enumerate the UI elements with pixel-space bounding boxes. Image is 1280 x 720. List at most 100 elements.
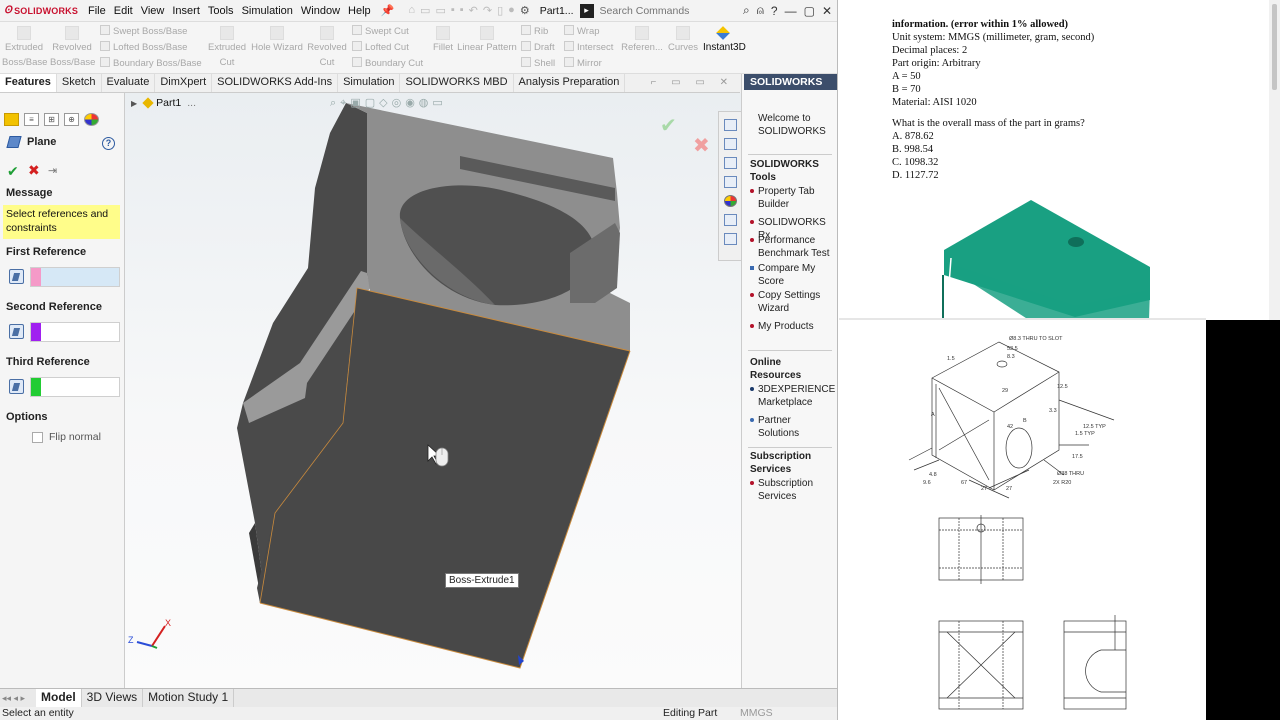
search-commands-input[interactable] [599,4,718,17]
file-explorer-tab-icon[interactable] [723,157,737,169]
help-icon[interactable]: ? [102,137,115,150]
tab-3d-views[interactable]: 3D Views [82,689,144,707]
appearances-tab-icon[interactable] [723,195,737,207]
property-tab-builder-link[interactable]: Property Tab Builder [750,185,833,211]
boundary-cut-button[interactable]: Boundary Cut [352,56,423,72]
undo-icon[interactable]: ↶ [469,4,478,17]
print-icon[interactable]: ▪ [460,4,464,17]
window-controls[interactable]: ⌐ ▭ ▭ ✕ [651,77,734,88]
flip-normal-checkbox[interactable] [32,431,43,443]
design-library-tab-icon[interactable] [723,138,737,150]
options-gear-icon[interactable]: ⚙ [520,4,530,17]
forum-tab-icon[interactable] [723,233,737,245]
save-icon[interactable]: ▪ [451,4,455,17]
close-icon[interactable]: ✕ [822,4,832,18]
tab-evaluate[interactable]: Evaluate [102,74,156,92]
tab-analysis-preparation[interactable]: Analysis Preparation [514,74,626,92]
menu-tools[interactable]: Tools [204,5,238,17]
menu-simulation[interactable]: Simulation [238,5,297,17]
tab-sketch[interactable]: Sketch [57,74,102,92]
open-icon[interactable]: ▭ [435,4,445,17]
lofted-cut-button[interactable]: Lofted Cut [352,40,409,56]
solidworks-logo[interactable]: Ꙩ SOLIDWORKS [0,0,84,22]
welcome-link[interactable]: Welcome to SOLIDWORKS [751,112,833,138]
pdf-scrollbar[interactable] [1269,0,1280,320]
first-reference-field[interactable] [30,267,120,287]
graphics-area[interactable]: ▶ Part1... ⌕⌖▣▢◇◎◉◍▭ ✔ ✖ Boss-Extrude1 Z … [125,93,741,688]
instant3d-icon[interactable] [716,26,730,40]
feature-tree-part[interactable]: ▶ Part1... [131,97,196,109]
new-doc-icon[interactable]: ▭ [420,4,430,17]
draft-button[interactable]: Draft [521,40,555,56]
menu-help[interactable]: Help [344,5,375,17]
copy-settings-link[interactable]: Copy Settings Wizard [750,289,833,315]
cancel-button[interactable]: ✖ [28,162,40,179]
restore-icon[interactable]: ▢ [804,4,815,18]
swept-boss-button[interactable]: Swept Boss/Base [100,24,187,40]
subscription-services-link[interactable]: Subscription Services [750,477,833,503]
partner-solutions-link[interactable]: Partner Solutions [750,414,833,440]
redo-icon[interactable]: ↷ [483,4,492,17]
tab-dimxpert[interactable]: DimXpert [155,74,213,92]
menu-view[interactable]: View [137,5,169,17]
view-palette-tab-icon[interactable] [723,176,737,188]
dimxpert-manager-tab-icon[interactable]: ⊕ [64,113,79,126]
benchmark-test-link[interactable]: Performance Benchmark Test [750,234,833,260]
shell-button[interactable]: Shell [521,56,555,72]
swept-cut-button[interactable]: Swept Cut [352,24,409,40]
extruded-cut-button[interactable]: Extruded Cut [206,26,248,70]
wrap-button[interactable]: Wrap [564,24,600,40]
my-products-link[interactable]: My Products [750,320,833,333]
confirm-cancel-icon[interactable]: ✖ [693,133,710,158]
tab-mbd[interactable]: SOLIDWORKS MBD [400,74,514,92]
tab-features[interactable]: Features [0,74,57,92]
lofted-boss-button[interactable]: Lofted Boss/Base [100,40,187,56]
message-heading[interactable]: Message [6,187,52,199]
reference-geometry-button[interactable]: Referen... [620,26,664,55]
property-manager-tab-icon[interactable]: ≡ [24,113,39,126]
extruded-boss-button[interactable]: Extruded Boss/Base [2,26,47,70]
confirm-ok-icon[interactable]: ✔ [660,113,677,138]
boundary-boss-button[interactable]: Boundary Boss/Base [100,56,202,72]
fillet-button[interactable]: Fillet [430,26,456,55]
heads-up-view-toolbar[interactable]: ⌕⌖▣▢◇◎◉◍▭ [330,96,447,110]
display-manager-tab-icon[interactable] [84,113,99,126]
user-icon[interactable]: ⍝ [757,3,764,18]
menu-edit[interactable]: Edit [110,5,137,17]
first-reference-heading[interactable]: First Reference [6,246,86,258]
intersect-button[interactable]: Intersect [564,40,613,56]
third-reference-heading[interactable]: Third Reference [6,356,90,368]
flip-normal-option[interactable]: Flip normal [32,431,101,443]
marketplace-link[interactable]: 3DEXPERIENCE Marketplace [750,383,835,409]
ok-button[interactable]: ✔ [7,163,19,180]
custom-properties-tab-icon[interactable] [723,214,737,226]
home-icon[interactable]: ⌂ [408,4,415,17]
linear-pattern-button[interactable]: Linear Pattern [454,26,520,55]
feature-manager-tab-icon[interactable] [4,113,19,126]
select-icon[interactable]: ▯ [497,4,503,17]
instant3d-button[interactable]: Instant3D [703,42,746,53]
help-icon[interactable]: ? [771,4,778,18]
options-heading[interactable]: Options [6,411,48,423]
scrollbar-thumb[interactable] [1272,4,1277,90]
curves-button[interactable]: Curves [664,26,702,55]
expand-arrow-icon[interactable]: ▶ [131,99,137,108]
pin-icon[interactable]: 📌 [381,4,395,17]
tab-scroll-arrows[interactable]: ◂◂ ◂ ▸ ▸▸ [0,689,36,720]
pdf-viewer[interactable]: information. (error within 1% allowed) Un… [839,0,1280,720]
tab-model[interactable]: Model [36,689,82,707]
mirror-button[interactable]: Mirror [564,56,602,72]
revolved-cut-button[interactable]: Revolved Cut [305,26,349,70]
second-reference-field[interactable] [30,322,120,342]
part-model[interactable] [125,93,741,688]
menu-file[interactable]: File [84,5,110,17]
pushpin-icon[interactable]: ⇥ [48,164,57,177]
sw-resources-tab-icon[interactable] [723,119,737,131]
rib-button[interactable]: Rib [521,24,548,40]
menu-window[interactable]: Window [297,5,344,17]
hole-wizard-button[interactable]: Hole Wizard [250,26,304,55]
tab-simulation[interactable]: Simulation [338,74,401,92]
minimize-icon[interactable]: — [785,4,797,18]
unit-system-button[interactable]: MMGS [740,707,773,719]
rebuild-icon[interactable]: ● [508,4,515,17]
